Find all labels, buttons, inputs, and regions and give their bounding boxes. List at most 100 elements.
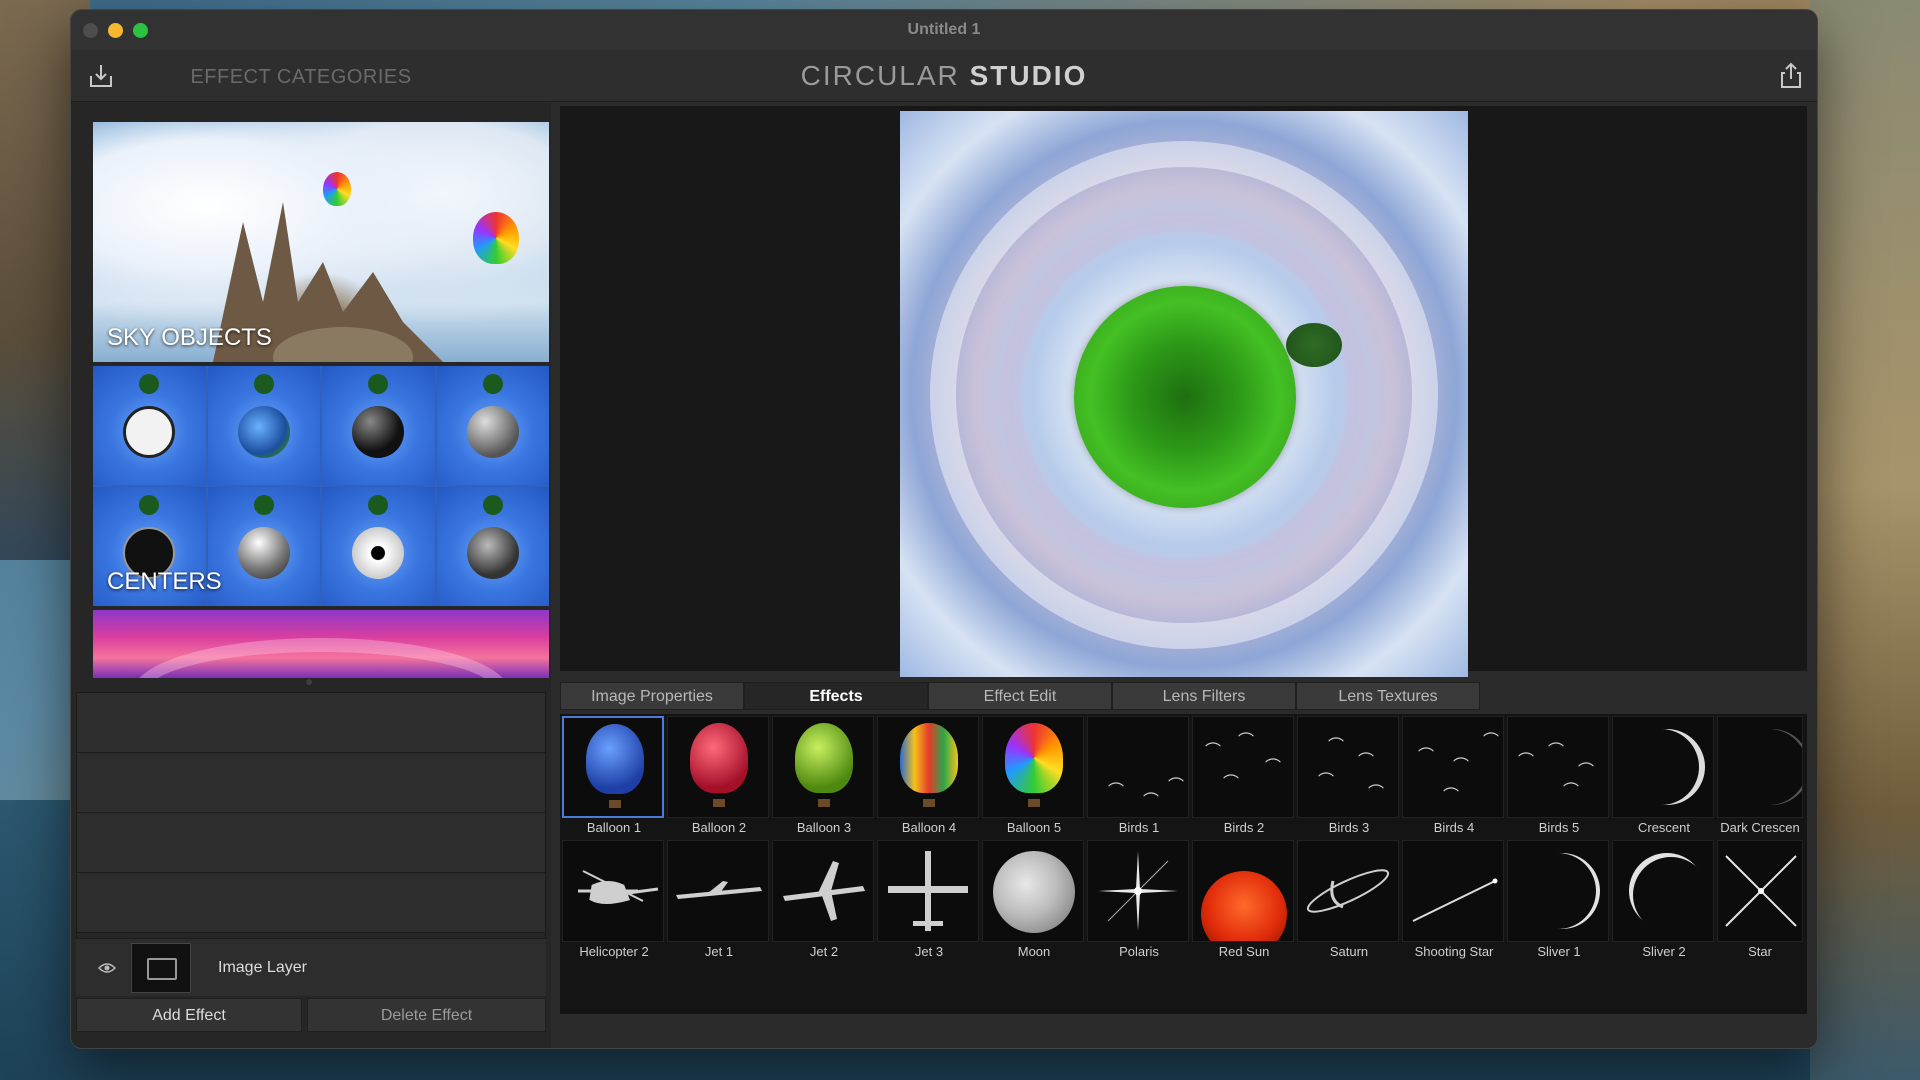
- layer-row-empty[interactable]: [77, 813, 545, 873]
- tab-image-properties[interactable]: Image Properties: [560, 682, 744, 710]
- effect-thumb: [772, 716, 874, 818]
- effect-dark-crescent[interactable]: Dark Crescen: [1717, 716, 1803, 838]
- effect-label: Balloon 4: [901, 820, 957, 835]
- bird-icon: ⌒: [1418, 748, 1435, 765]
- effect-balloon-1[interactable]: Balloon 1: [562, 716, 666, 838]
- effect-balloon-4[interactable]: Balloon 4: [877, 716, 981, 838]
- grass-planet: [1074, 286, 1296, 508]
- effect-label: Birds 1: [1118, 820, 1160, 835]
- effect-polaris[interactable]: Polaris: [1087, 840, 1191, 962]
- black-sphere-icon: [352, 405, 405, 458]
- layer-list: [76, 692, 546, 942]
- effect-thumb: [1087, 840, 1189, 942]
- effect-thumb: [772, 840, 874, 942]
- sliver-icon: [1524, 853, 1600, 929]
- bird-icon: ⌒: [1168, 778, 1185, 795]
- effect-helicopter-2[interactable]: Helicopter 2: [562, 840, 666, 962]
- effect-moon[interactable]: Moon: [982, 840, 1086, 962]
- bird-icon: ⌒: [1483, 733, 1500, 750]
- effect-birds-1[interactable]: ⌒ ⌒ ⌒ Birds 1: [1087, 716, 1191, 838]
- jet-icon: [783, 861, 865, 921]
- eye-icon[interactable]: [97, 961, 117, 973]
- effect-jet-3[interactable]: Jet 3: [877, 840, 981, 962]
- share-icon[interactable]: [1777, 62, 1805, 90]
- effect-sliver-1[interactable]: Sliver 1: [1507, 840, 1611, 962]
- tree-icon: [139, 495, 160, 515]
- moon-icon: [993, 851, 1075, 933]
- effect-label: Jet 1: [704, 944, 734, 959]
- effect-saturn[interactable]: Saturn: [1297, 840, 1401, 962]
- effect-red-sun[interactable]: Red Sun: [1192, 840, 1296, 962]
- category-label-centers: CENTERS: [107, 568, 222, 595]
- scroll-indicator[interactable]: [306, 679, 312, 685]
- effect-star[interactable]: Star: [1717, 840, 1803, 962]
- bird-icon: ⌒: [1328, 738, 1345, 755]
- center-geodesic-thumb: [436, 366, 549, 485]
- effect-shooting-star[interactable]: Shooting Star: [1402, 840, 1506, 962]
- star-flare-icon: [1098, 851, 1178, 931]
- effect-jet-2[interactable]: Jet 2: [772, 840, 876, 962]
- category-sky-objects[interactable]: SKY OBJECTS: [93, 122, 549, 362]
- layer-row-empty[interactable]: [77, 873, 545, 933]
- effect-thumb: [1192, 840, 1294, 942]
- effects-grid: Balloon 1 Balloon 2 Balloon 3 Balloon 4 …: [560, 714, 1807, 1014]
- effect-thumb: ⌒ ⌒ ⌒: [1087, 716, 1189, 818]
- bird-icon: ⌒: [1443, 788, 1460, 805]
- effect-birds-2[interactable]: ⌒ ⌒ ⌒ ⌒ Birds 2: [1192, 716, 1296, 838]
- balloon-large-icon: [473, 212, 519, 264]
- category-list: SKY OBJECTS CENTERS: [93, 122, 549, 687]
- effect-crescent[interactable]: Crescent: [1612, 716, 1716, 838]
- effect-balloon-2[interactable]: Balloon 2: [667, 716, 771, 838]
- saturn-icon: [1306, 869, 1390, 913]
- effect-label: Crescent: [1637, 820, 1691, 835]
- layer-row-empty[interactable]: [77, 693, 545, 753]
- category-pink-swirl[interactable]: [93, 610, 549, 678]
- effect-thumb: [1612, 716, 1714, 818]
- tab-effects[interactable]: Effects: [744, 682, 928, 710]
- effect-label: Birds 3: [1328, 820, 1370, 835]
- basket-icon: [923, 799, 935, 807]
- layer-row-empty[interactable]: [77, 753, 545, 813]
- effect-jet-1[interactable]: Jet 1: [667, 840, 771, 962]
- tab-effect-edit[interactable]: Effect Edit: [928, 682, 1112, 710]
- bird-icon: ⌒: [1518, 753, 1535, 770]
- effect-thumb: [667, 840, 769, 942]
- effect-birds-4[interactable]: ⌒ ⌒ ⌒ ⌒ Birds 4: [1402, 716, 1506, 838]
- effect-label: Star: [1748, 944, 1772, 959]
- image-icon: [147, 958, 177, 980]
- bird-icon: ⌒: [1563, 783, 1580, 800]
- tree-icon: [368, 374, 389, 394]
- effect-sliver-2[interactable]: Sliver 2: [1612, 840, 1716, 962]
- effect-thumb: [1507, 840, 1609, 942]
- chrome-sphere-icon: [237, 526, 290, 579]
- effect-birds-5[interactable]: ⌒ ⌒ ⌒ ⌒ Birds 5: [1507, 716, 1611, 838]
- preview-image[interactable]: [900, 111, 1468, 677]
- effect-balloon-5[interactable]: Balloon 5: [982, 716, 1086, 838]
- effect-balloon-3[interactable]: Balloon 3: [772, 716, 876, 838]
- toolbar: EFFECT CATEGORIES CIRCULAR STUDIO: [71, 50, 1817, 102]
- effect-label: Shooting Star: [1414, 944, 1494, 959]
- bird-icon: ⌒: [1205, 743, 1222, 760]
- effect-thumb: [982, 840, 1084, 942]
- crescent-icon: [1629, 729, 1705, 805]
- image-layer-label: Image Layer: [218, 959, 307, 976]
- effect-thumb: [562, 716, 664, 818]
- effect-birds-3[interactable]: ⌒ ⌒ ⌒ ⌒ Birds 3: [1297, 716, 1401, 838]
- tree-icon: [482, 495, 503, 515]
- tree-icon: [253, 495, 274, 515]
- app-brand: CIRCULAR STUDIO: [71, 60, 1817, 92]
- bird-icon: ⌒: [1108, 783, 1125, 800]
- image-layer-row[interactable]: Image Layer: [76, 938, 546, 996]
- add-effect-button[interactable]: Add Effect: [76, 998, 302, 1032]
- tab-lens-filters[interactable]: Lens Filters: [1112, 682, 1296, 710]
- tab-lens-textures[interactable]: Lens Textures: [1296, 682, 1480, 710]
- category-label-sky-objects: SKY OBJECTS: [107, 324, 272, 351]
- center-clock-thumb: [93, 366, 206, 485]
- clock-icon: [123, 405, 176, 458]
- effect-label: Polaris: [1119, 944, 1159, 959]
- brand-circular: CIRCULAR: [800, 60, 960, 91]
- category-centers[interactable]: CENTERS: [93, 366, 549, 606]
- star-icon: [1725, 855, 1797, 927]
- delete-effect-button[interactable]: Delete Effect: [307, 998, 546, 1032]
- basket-icon: [1028, 799, 1040, 807]
